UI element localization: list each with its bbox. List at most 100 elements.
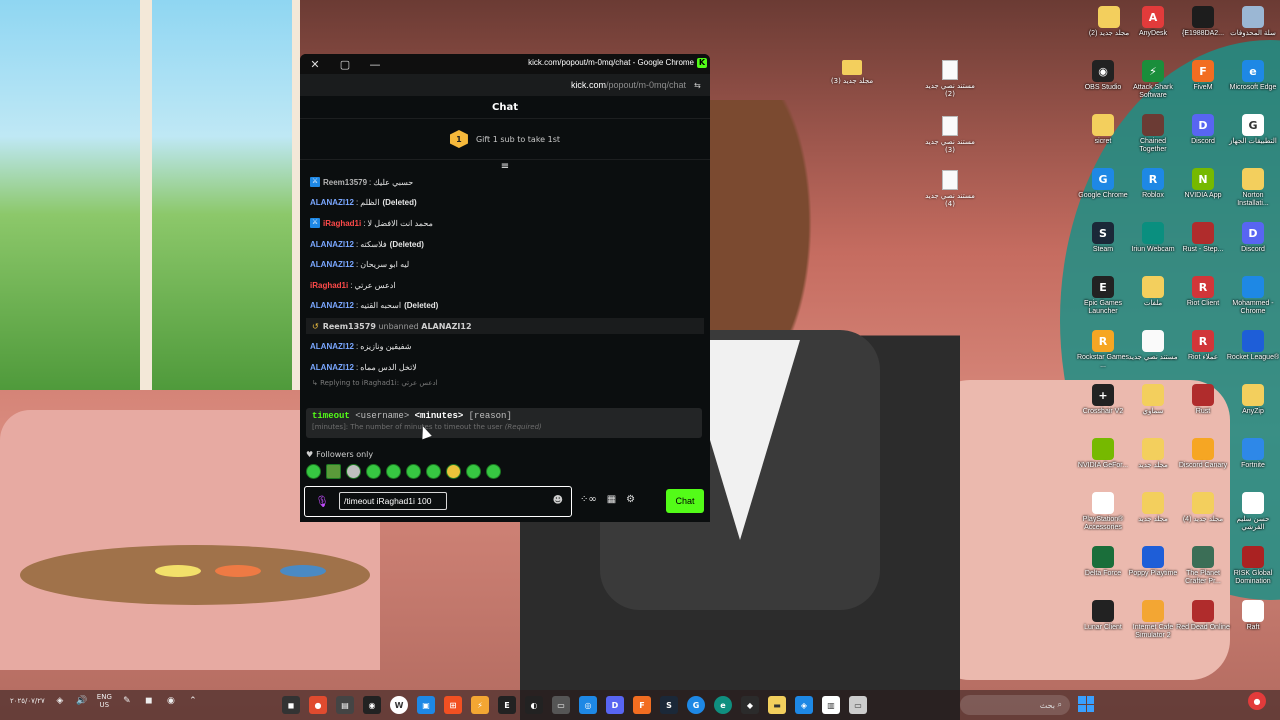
emote-icon[interactable]	[466, 464, 481, 479]
chat-username[interactable]: ALANAZI12	[310, 342, 354, 351]
gift-sub-banner[interactable]: 1 Gift 1 sub to take 1st	[300, 119, 710, 160]
gear-icon[interactable]: ⚙	[626, 494, 635, 505]
desktop-icon[interactable]: Norton Installati...	[1226, 168, 1280, 208]
desktop-icon[interactable]: Discord Canary	[1176, 438, 1230, 470]
chat-username[interactable]: ALANAZI12	[310, 301, 354, 310]
obs-icon[interactable]: ◉	[363, 696, 381, 714]
restore-icon[interactable]: ▢	[330, 54, 360, 74]
desktop-icon[interactable]: Poppy Playtime	[1126, 546, 1180, 578]
app-icon[interactable]: ▤	[336, 696, 354, 714]
desktop-icon[interactable]: ملفات	[1126, 276, 1180, 308]
app-icon[interactable]: W	[390, 696, 408, 714]
microphone-icon[interactable]: 🎙	[315, 495, 329, 509]
discord-icon[interactable]: D	[606, 696, 624, 714]
chrome-icon[interactable]: G	[687, 696, 705, 714]
app-icon[interactable]: ◈	[795, 696, 813, 714]
chat-username[interactable]: iRaghad1i	[310, 281, 348, 290]
chat-message[interactable]: ⚔ Reem13579: حسبي عليك	[300, 172, 710, 193]
app-icon[interactable]: ▥	[822, 696, 840, 714]
desktop-icon[interactable]: Chained Together	[1126, 114, 1180, 154]
desktop-icon[interactable]: Red Dead Online	[1176, 600, 1230, 632]
app-icon[interactable]: ◐	[525, 696, 543, 714]
app-icon[interactable]: ▭	[552, 696, 570, 714]
desktop-icon[interactable]: Iriun Webcam	[1126, 222, 1180, 254]
app-icon[interactable]: ▭	[849, 696, 867, 714]
desktop-icon[interactable]: Lunar Client	[1076, 600, 1130, 632]
desktop-icon[interactable]: ◉ OBS Studio	[1076, 60, 1130, 92]
chat-input[interactable]	[339, 492, 447, 510]
minimize-icon[interactable]: —	[360, 54, 390, 74]
desktop-icon[interactable]: R Rockstar Games ...	[1076, 330, 1130, 370]
desktop-icon[interactable]: PlayStation® Accessories	[1076, 492, 1130, 532]
desktop-icon[interactable]: Fortnite	[1226, 438, 1280, 470]
chat-message[interactable]: ALANAZI12: لاتخل الدس مماه	[300, 357, 710, 378]
file-explorer-icon[interactable]: ▬	[768, 696, 786, 714]
fivem-icon[interactable]: F	[633, 696, 651, 714]
desktop-icon[interactable]: مجلد جديد (4)	[1176, 492, 1230, 524]
chat-username[interactable]: ALANAZI12	[310, 260, 354, 269]
desktop-icon[interactable]: G التطبيقات الجهاز	[1226, 114, 1280, 146]
desktop-icon[interactable]: R Riot Client	[1176, 276, 1230, 308]
epic-games-icon[interactable]: E	[498, 696, 516, 714]
desktop-icon[interactable]: سماوي	[1126, 384, 1180, 416]
store-icon[interactable]: ▦	[607, 494, 616, 505]
desktop-icon[interactable]: D Discord	[1176, 114, 1230, 146]
desktop-icon[interactable]: S Steam	[1076, 222, 1130, 254]
emote-icon[interactable]	[386, 464, 401, 479]
chat-message[interactable]: ALANAZI12: فلاسكته (Deleted)	[300, 234, 710, 255]
chat-message[interactable]: ALANAZI12: الظلم (Deleted)	[300, 193, 710, 214]
desktop-icon[interactable]: Rust - Step...	[1176, 222, 1230, 254]
desktop-icon[interactable]: مستند نصي جديد	[1126, 330, 1180, 362]
network-icon[interactable]: ◈	[53, 694, 67, 708]
send-chat-button[interactable]: Chat	[666, 489, 704, 513]
desktop-icon[interactable]: Delta Force	[1076, 546, 1130, 578]
app-tray-icon[interactable]: ◉	[164, 694, 178, 708]
desktop-icon[interactable]: AnyZip	[1226, 384, 1280, 416]
desktop-icon[interactable]: E Epic Games Launcher	[1076, 276, 1130, 316]
emote-icon[interactable]	[306, 464, 321, 479]
desktop-doc[interactable]: مستند نصي جديد (2)	[920, 60, 980, 98]
desktop-icon[interactable]: Internet Cafe Simulator 2	[1126, 600, 1180, 640]
app-icon[interactable]: ●	[309, 696, 327, 714]
desktop-icon[interactable]: G Google Chrome	[1076, 168, 1130, 200]
chevron-up-icon[interactable]: ⌃	[186, 694, 200, 708]
desktop-icon[interactable]: Raft	[1226, 600, 1280, 632]
desktop-icon[interactable]: The Planet Crafter Pr...	[1176, 546, 1230, 586]
desktop-icon[interactable]: Rust	[1176, 384, 1230, 416]
desktop-icon[interactable]: A AnyDesk	[1126, 6, 1180, 38]
chat-message[interactable]: ALANAZI12: شفيقين ونازيزه	[300, 336, 710, 357]
app-icon[interactable]: ⚡	[471, 696, 489, 714]
emote-icon[interactable]	[406, 464, 421, 479]
command-suggestion[interactable]: timeout <username> <minutes> [reason] [m…	[306, 408, 702, 438]
emoji-icon[interactable]: ☻	[553, 495, 563, 506]
collapse-icon[interactable]: ≡	[300, 160, 710, 172]
desktop-doc[interactable]: مستند نصي جديد (4)	[920, 170, 980, 208]
steam-icon[interactable]: S	[660, 696, 678, 714]
chat-message[interactable]: ALANAZI12: اسحبه القتيه (Deleted)	[300, 296, 710, 317]
address-bar[interactable]: kick.com/popout/m-0mq/chat ⇆	[300, 74, 710, 96]
app-icon[interactable]: ▣	[417, 696, 435, 714]
taskbar-search[interactable]: بحث ⌕	[960, 695, 1070, 715]
chat-username[interactable]: iRaghad1i	[323, 219, 361, 228]
tune-icon[interactable]: ⇆	[694, 81, 704, 90]
desktop-icon[interactable]: {E1988DA2...	[1176, 6, 1230, 38]
desktop-icon[interactable]: RISK Global Domination	[1226, 546, 1280, 586]
close-icon[interactable]: ✕	[300, 54, 330, 74]
emote-icon[interactable]	[486, 464, 501, 479]
desktop-icon[interactable]: R Roblox	[1126, 168, 1180, 200]
chat-input-box[interactable]: 🎙 ☻	[304, 486, 572, 517]
app-tray-icon[interactable]: ◼	[142, 694, 156, 708]
windows-start-icon[interactable]	[1078, 696, 1094, 712]
emote-icon[interactable]	[346, 464, 361, 479]
chat-message[interactable]: iRaghad1i: ادعس عرتي	[300, 275, 710, 296]
desktop-icon[interactable]: ⚡ Attack Shark Software	[1126, 60, 1180, 100]
desktop-doc[interactable]: مستند نصي جديد (3)	[920, 116, 980, 154]
desktop-icon[interactable]: sicret	[1076, 114, 1130, 146]
volume-icon[interactable]: 🔊	[75, 694, 89, 708]
desktop-folder[interactable]: مجلد جديد (3)	[822, 60, 882, 85]
emote-icon[interactable]	[326, 464, 341, 479]
desktop-icon[interactable]: مجلد جديد	[1126, 438, 1180, 470]
desktop-icon[interactable]: NVIDIA GeFor...	[1076, 438, 1130, 470]
emote-icon[interactable]	[366, 464, 381, 479]
app-icon[interactable]: ◼	[282, 696, 300, 714]
